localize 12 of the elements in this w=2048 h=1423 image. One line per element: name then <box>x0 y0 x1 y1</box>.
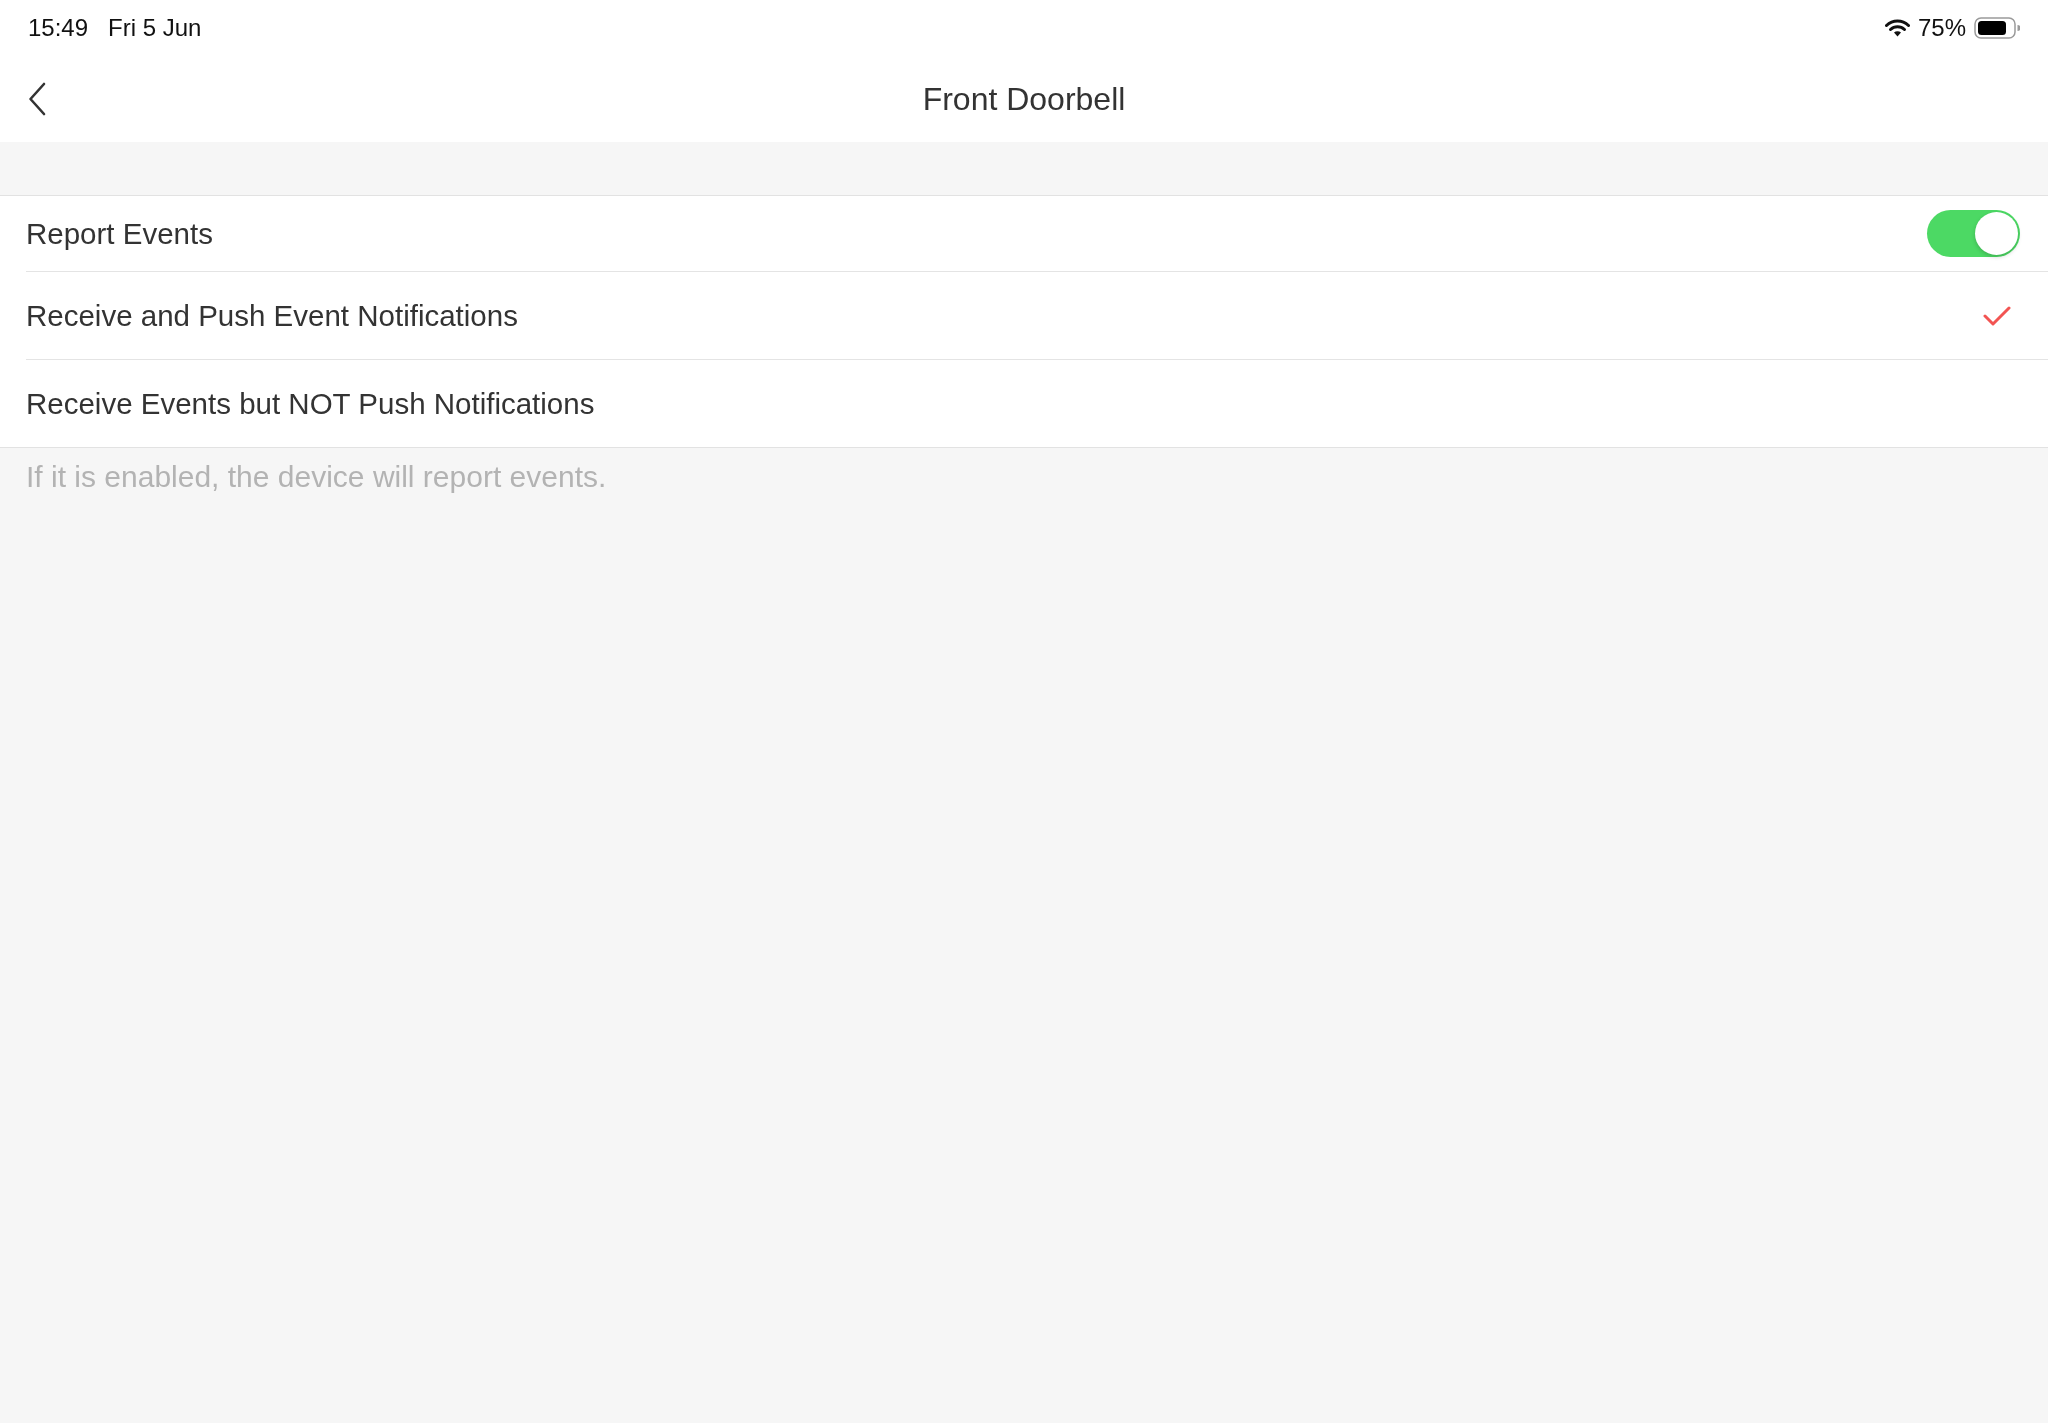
option-row[interactable]: Receive and Push Event Notifications <box>26 272 2020 359</box>
back-button[interactable] <box>28 82 46 116</box>
battery-percentage: 75% <box>1917 14 1966 42</box>
status-date: Fri 5 Jun <box>108 14 202 42</box>
wifi-icon <box>1884 19 1910 37</box>
toggle-switch[interactable] <box>1927 210 2020 257</box>
setting-label: Report Events <box>26 216 214 251</box>
status-time: 15:49 <box>28 14 89 42</box>
option-row[interactable]: Receive Events but NOT Push Notifications <box>26 360 2020 447</box>
page-title: Front Doorbell <box>922 80 1126 118</box>
battery-icon <box>1974 17 2020 39</box>
footer-note: If it is enabled, the device will report events. <box>26 460 607 493</box>
